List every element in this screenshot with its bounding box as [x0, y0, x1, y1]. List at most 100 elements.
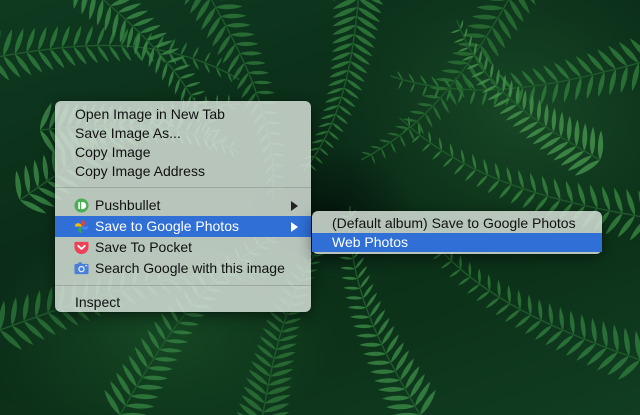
- fern-leaflet: [362, 351, 387, 356]
- menu-item-open-image-new-tab[interactable]: Open Image in New Tab: [55, 105, 311, 124]
- fern-leaflet: [589, 184, 598, 209]
- menu-item-label: (Default album) Save to Google Photos: [332, 215, 576, 231]
- fern-leaflet: [450, 29, 461, 34]
- menu-item-save-image-as[interactable]: Save Image As...: [55, 124, 311, 143]
- fern-leaflet: [248, 369, 269, 386]
- fern-leaflet: [244, 61, 266, 65]
- fern-leaflet: [371, 154, 376, 164]
- fern-leaflet: [359, 342, 382, 347]
- fern-leaflet: [174, 78, 180, 95]
- fern-leaflet: [514, 315, 531, 329]
- fern-leaflet: [467, 284, 480, 294]
- fern-leaflet: [204, 52, 211, 63]
- fern-leaflet: [470, 89, 476, 105]
- menu-item-label: Save To Pocket: [95, 239, 193, 255]
- menu-item-label: Copy Image Address: [75, 163, 205, 179]
- fern-leaflet: [330, 52, 352, 61]
- submenu-item-default-album[interactable]: (Default album) Save to Google Photos: [312, 214, 602, 233]
- fern-leaflet: [270, 369, 294, 377]
- fern-leaflet: [329, 70, 349, 78]
- fern-leaflet: [356, 16, 379, 31]
- fern-leaflet: [216, 57, 222, 68]
- fern-leaflet: [416, 103, 434, 107]
- fern-leaflet: [459, 255, 462, 270]
- fern-leaflet: [225, 22, 251, 28]
- fern-leaflet: [598, 71, 605, 98]
- fern-leaflet: [215, 4, 243, 10]
- menu-separator: [55, 187, 311, 188]
- fern-leaflet: [524, 320, 542, 335]
- fern-leaflet: [544, 103, 549, 127]
- fern-leaflet: [569, 310, 575, 335]
- fern-leaflet: [340, 266, 356, 270]
- fern-leaflet: [532, 68, 547, 85]
- fern-leaflet: [165, 339, 188, 344]
- fern-leaflet: [33, 159, 40, 188]
- fern-leaflet: [399, 135, 406, 148]
- fern-leaflet: [356, 333, 378, 338]
- google-photos-icon: [74, 219, 89, 234]
- fern-leaflet: [179, 73, 196, 79]
- fern-leaflet: [580, 314, 586, 340]
- menu-item-save-to-google-photos[interactable]: Save to Google Photos: [55, 216, 311, 237]
- menu-item-copy-image[interactable]: Copy Image: [55, 143, 311, 162]
- fern-leaflet: [47, 287, 53, 313]
- google-photos-submenu: (Default album) Save to Google Photos We…: [312, 211, 602, 254]
- fern-leaflet: [136, 384, 164, 390]
- fern-leaflet: [73, 0, 81, 10]
- menu-item-search-google-image[interactable]: Search Google with this image: [55, 258, 311, 279]
- fern-leaflet: [577, 182, 586, 206]
- pocket-icon: [74, 241, 89, 255]
- fern-leaflet: [476, 5, 504, 11]
- fern-leaflet: [398, 79, 403, 90]
- fern-leaflet: [597, 130, 604, 160]
- fern-leaflet: [634, 330, 640, 360]
- fern-leaflet: [73, 25, 82, 47]
- fern-leaflet: [15, 170, 22, 200]
- fern-leaflet: [458, 276, 471, 286]
- fern-leaflet: [38, 26, 47, 51]
- fern-leaflet: [433, 105, 441, 121]
- menu-item-copy-image-address[interactable]: Copy Image Address: [55, 162, 311, 181]
- fern-leaflet: [566, 115, 572, 142]
- menu-item-pushbullet[interactable]: Pushbullet: [55, 195, 311, 216]
- fern-leaflet: [96, 0, 104, 26]
- submenu-item-web-photos[interactable]: Web Photos: [312, 233, 602, 252]
- fern-leaflet: [374, 378, 401, 383]
- fern-leaflet: [24, 165, 31, 194]
- fern-leaflet: [378, 387, 406, 392]
- fern-leaflet: [345, 296, 363, 300]
- fern-leaflet: [472, 14, 498, 20]
- fern-leaflet: [39, 102, 52, 130]
- fern-leaflet: [121, 45, 132, 62]
- fern-leaflet: [256, 90, 275, 95]
- fern-leaflet: [324, 139, 335, 149]
- fern-leaflet: [567, 155, 593, 171]
- menu-item-inspect[interactable]: Inspect: [55, 293, 311, 312]
- fern-leaflet: [85, 25, 93, 46]
- fern-leaflet: [61, 25, 70, 48]
- fern-leaflet: [381, 148, 386, 159]
- fern-leaflet: [34, 290, 41, 317]
- fern-leaflet: [620, 66, 628, 94]
- fern-leaflet: [432, 150, 442, 160]
- fern-leaflet: [168, 70, 174, 88]
- fern-leaflet: [0, 30, 1, 58]
- fern-leaflet: [81, 0, 89, 15]
- fern-leaflet: [624, 327, 630, 356]
- fern-leaflet: [582, 123, 588, 151]
- fern-leaflet: [609, 69, 617, 96]
- fern-leaflet: [409, 110, 426, 115]
- fern-leaflet: [180, 42, 188, 55]
- fern-leaflet: [338, 105, 352, 116]
- menu-item-label: Copy Image: [75, 144, 151, 160]
- fern-leaflet: [602, 321, 608, 348]
- fern-leaflet: [314, 156, 323, 164]
- fern-leaflet: [490, 62, 494, 79]
- menu-item-label: Pushbullet: [95, 197, 161, 213]
- menu-separator: [55, 285, 311, 286]
- menu-item-save-to-pocket[interactable]: Save To Pocket: [55, 237, 311, 258]
- fern-leaflet: [235, 41, 259, 47]
- fern-leaflet: [185, 82, 201, 87]
- fern-leaflet: [350, 315, 370, 319]
